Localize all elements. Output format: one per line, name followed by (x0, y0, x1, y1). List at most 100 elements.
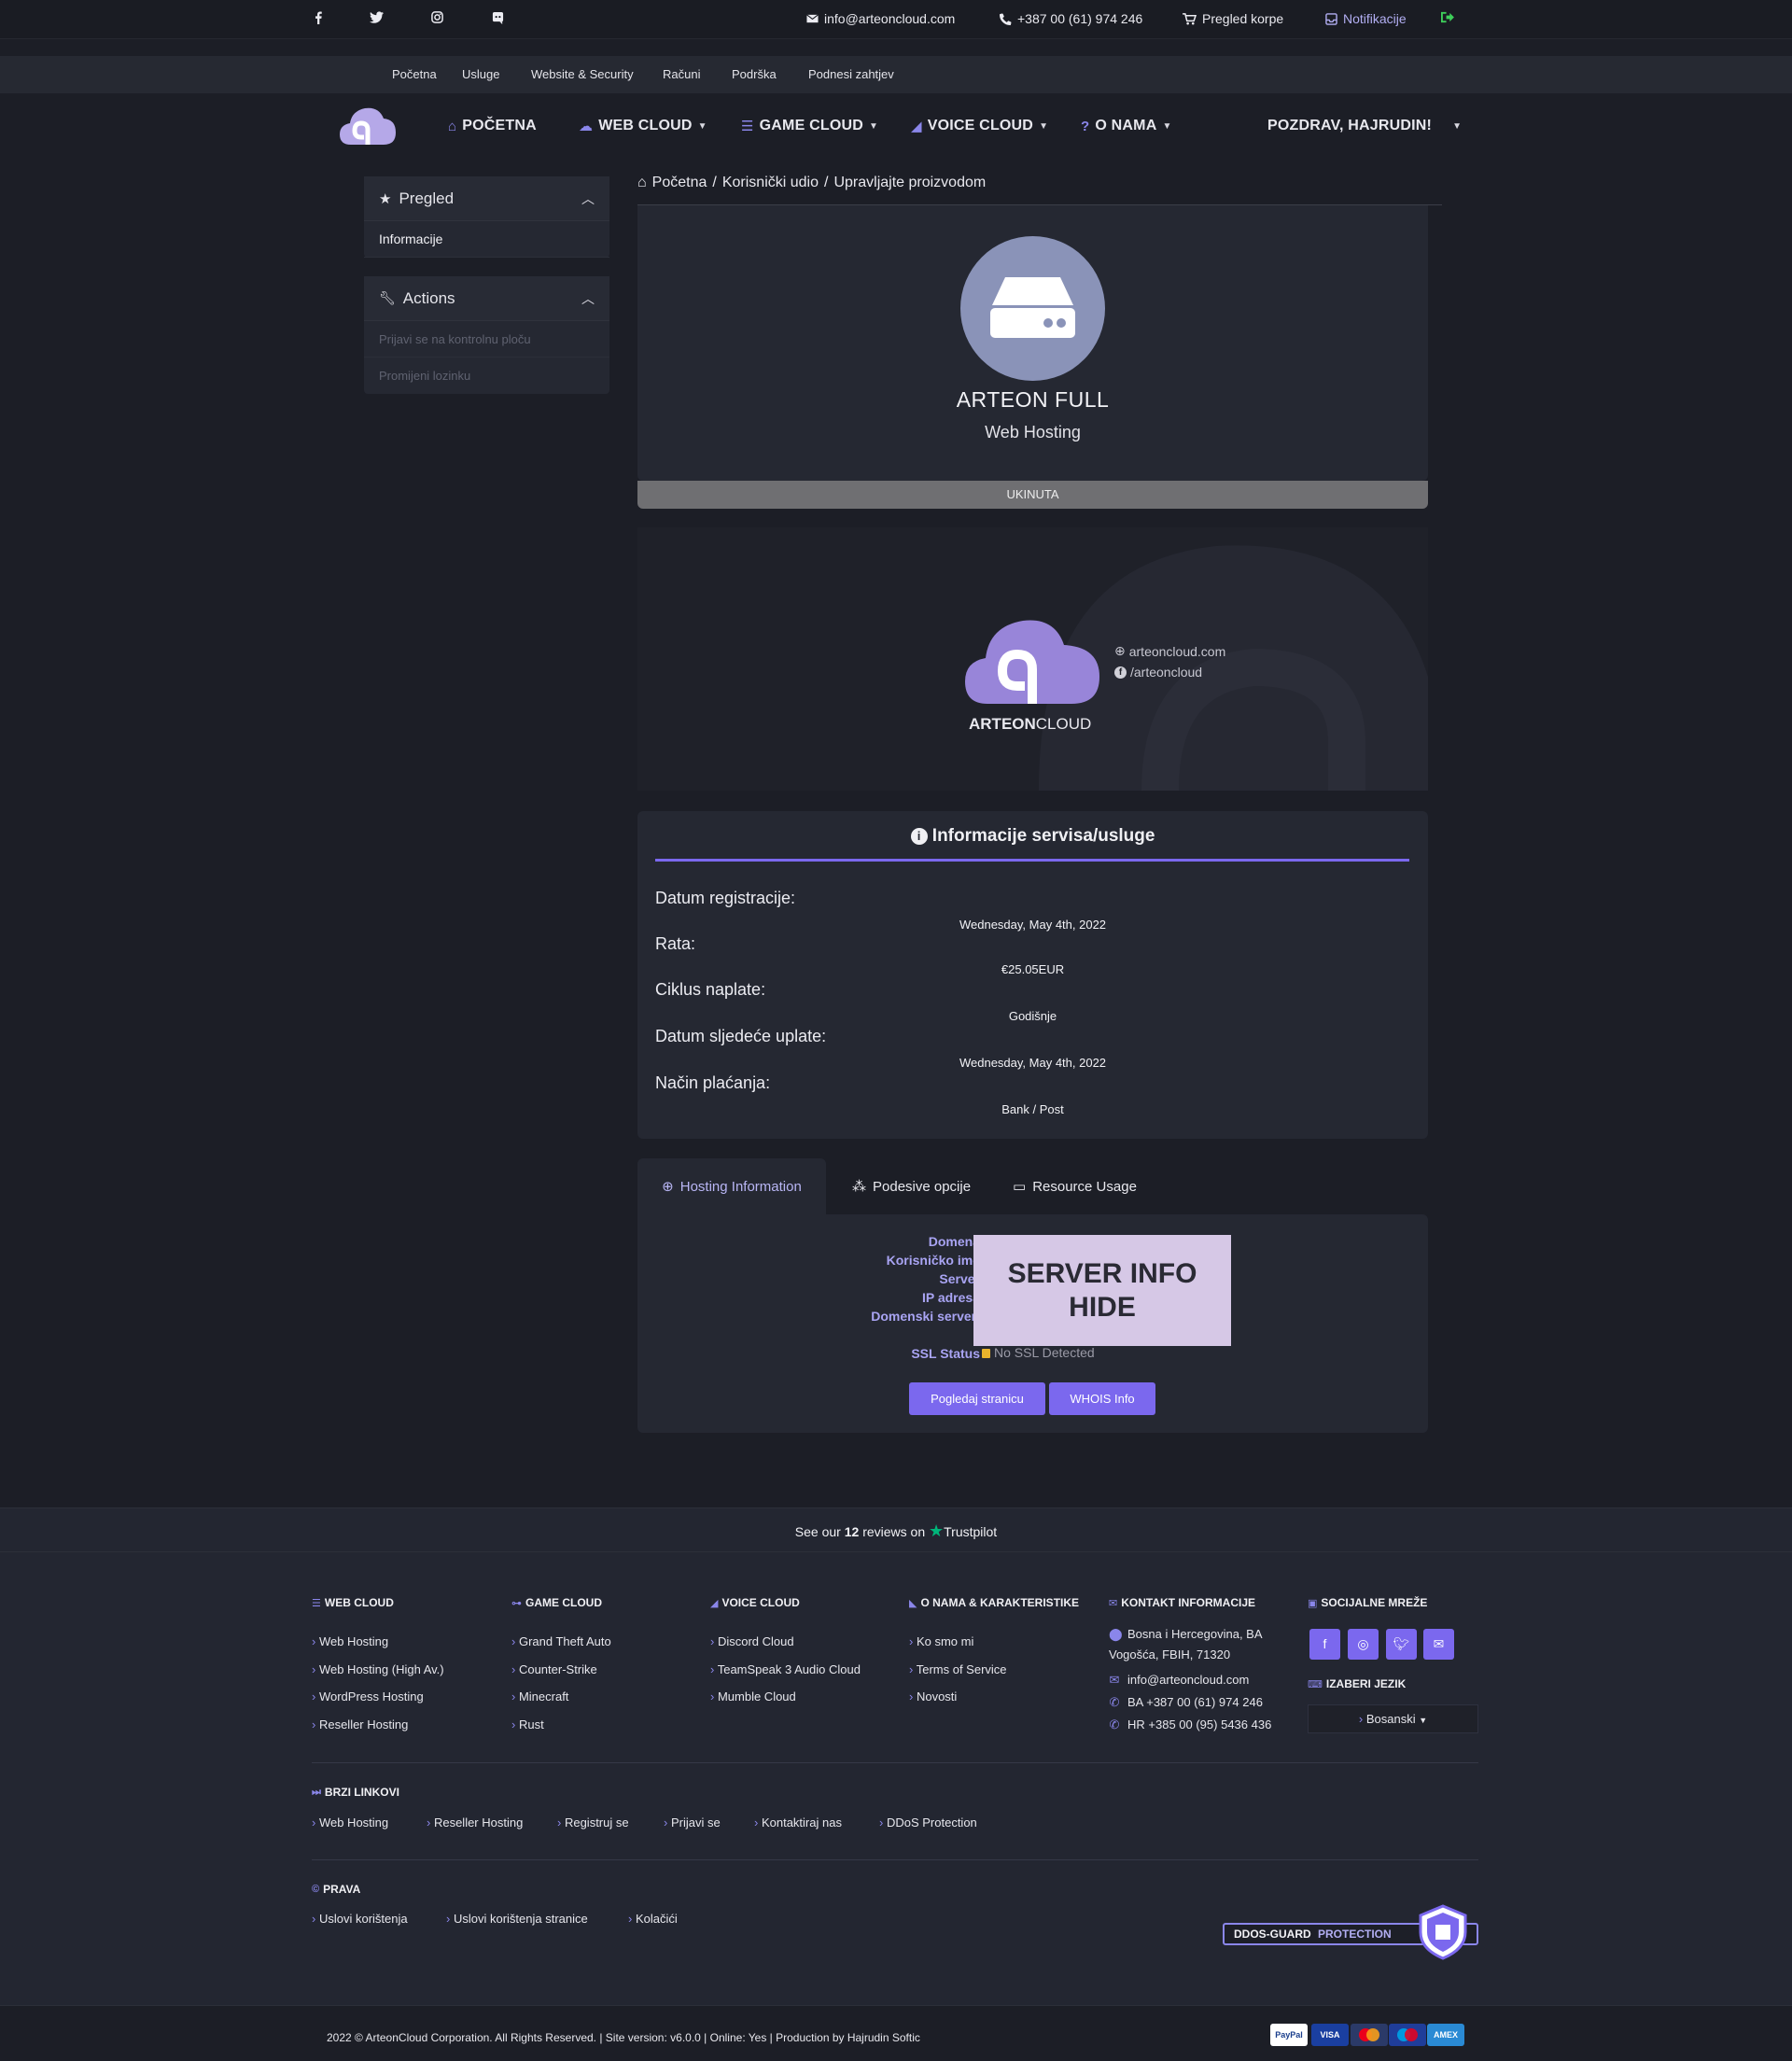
link-website-security[interactable]: Website & Security (531, 67, 634, 81)
sidebar-actions-panel: 🔧︎ Actions ︿ Prijavi se na kontrolnu plo… (364, 276, 609, 394)
footer-link-reseller-hosting[interactable]: Reseller Hosting (312, 1718, 408, 1732)
trustpilot-count: 12 (844, 1524, 860, 1539)
banner-brand-b: CLOUD (1035, 715, 1092, 733)
link-racuni[interactable]: Računi (663, 67, 700, 81)
footer-contact-phone-ba[interactable]: ✆ BA +387 00 (61) 974 246 (1109, 1695, 1263, 1710)
footer-voice-cloud-title: VOICE CLOUD (721, 1596, 800, 1609)
link-podnesi-zahtjev[interactable]: Podnesi zahtjev (808, 67, 894, 81)
facebook-icon: f (1114, 666, 1127, 679)
footer-contact-email[interactable]: ✉ info@arteoncloud.com (1109, 1673, 1250, 1688)
link-podrska[interactable]: Podrška (732, 67, 777, 81)
globe-icon: ⊕ (1114, 643, 1126, 658)
user-menu[interactable]: POZDRAV, HAJRUDIN! ▼ (1267, 118, 1462, 134)
paypal-icon: PayPal (1270, 2024, 1308, 2046)
language-icon: ⌨ (1308, 1678, 1323, 1690)
footer-link-who-we-are[interactable]: Ko smo mi (909, 1634, 973, 1648)
mastercard-icon (1351, 2024, 1388, 2046)
envelope-icon: ✉ (1109, 1673, 1120, 1687)
quick-link-web-hosting[interactable]: Web Hosting (312, 1816, 388, 1830)
footer-link-teamspeak[interactable]: TeamSpeak 3 Audio Cloud (710, 1662, 861, 1676)
link-usluge[interactable]: Usluge (462, 67, 499, 81)
tab-resource-usage[interactable]: ▭ Resource Usage (1013, 1158, 1137, 1214)
quick-link-ddos-protection[interactable]: DDoS Protection (879, 1816, 977, 1830)
quick-link-contact[interactable]: Kontaktiraj nas (754, 1816, 842, 1830)
rights-link-site-terms[interactable]: Uslovi korištenja stranice (446, 1912, 588, 1926)
footer-link-terms-of-service[interactable]: Terms of Service (909, 1662, 1007, 1676)
footer-link-wordpress-hosting[interactable]: WordPress Hosting (312, 1689, 424, 1703)
footer-link-counter-strike[interactable]: Counter-Strike (511, 1662, 597, 1676)
twitter-icon[interactable]: 🐦︎ (1386, 1629, 1417, 1660)
nav-game-cloud-label: GAME CLOUD (759, 118, 863, 133)
logout-icon[interactable] (1440, 11, 1454, 23)
quick-link-reseller-hosting[interactable]: Reseller Hosting (427, 1816, 523, 1830)
footer-link-web-hosting[interactable]: Web Hosting (312, 1634, 388, 1648)
chevron-right-icon: › (1358, 1712, 1364, 1726)
facebook-icon[interactable] (314, 11, 323, 24)
hdd-icon (990, 277, 1075, 338)
quick-link-register[interactable]: Registruj se (557, 1816, 629, 1830)
cubes-icon: ⁂ (852, 1179, 866, 1195)
sidebar-item-informacije[interactable]: Informacije (364, 221, 609, 258)
nav-web-cloud[interactable]: ☁ WEB CLOUD ▼ (579, 118, 707, 134)
language-select[interactable]: › Bosanski ▼ (1308, 1704, 1478, 1733)
topbar-email[interactable]: info@arteoncloud.com (806, 11, 955, 26)
site-logo[interactable] (338, 104, 398, 151)
rights-link-terms[interactable]: Uslovi korištenja (312, 1912, 408, 1926)
sidebar-item-change-password: Promijeni lozinku (379, 369, 471, 383)
footer-link-discord-cloud[interactable]: Discord Cloud (710, 1634, 794, 1648)
product-icon-circle (960, 236, 1105, 381)
footer-link-news[interactable]: Novosti (909, 1689, 957, 1703)
sidebar-overview-header[interactable]: ★ Pregled ︿ (364, 176, 609, 221)
footer-link-rust[interactable]: Rust (511, 1718, 544, 1732)
link-pocetna[interactable]: Početna (392, 67, 437, 81)
whois-info-button[interactable]: WHOIS Info (1049, 1382, 1155, 1415)
cloud-icon: ☁ (579, 119, 594, 134)
sidebar-actions-header[interactable]: 🔧︎ Actions ︿ (364, 276, 609, 321)
footer-language-title: IZABERI JEZIK (1325, 1677, 1407, 1690)
footer-contact-phone-hr[interactable]: ✆ HR +385 00 (95) 5436 436 (1109, 1718, 1272, 1732)
info-label-registration-date: Datum registracije: (655, 889, 796, 907)
footer-contact-heading: ✉ KONTAKT INFORMACIJE (1109, 1596, 1255, 1609)
nav-o-nama[interactable]: ? O NAMA ▼ (1081, 118, 1172, 134)
home-icon: ⌂ (637, 175, 647, 190)
facebook-icon[interactable]: f (1309, 1629, 1340, 1660)
footer-link-gta[interactable]: Grand Theft Auto (511, 1634, 611, 1648)
sidebar-overview-title: Pregled (399, 189, 455, 207)
trustpilot-widget[interactable]: See our 12 reviews on ★Trustpilot (0, 1521, 1792, 1541)
discord-icon[interactable] (492, 11, 504, 24)
topbar-phone-text: +387 00 (61) 974 246 (1017, 11, 1143, 26)
footer-link-mumble[interactable]: Mumble Cloud (710, 1689, 796, 1703)
nav-game-cloud[interactable]: ☰ GAME CLOUD ▼ (741, 118, 878, 134)
tab-hosting-information-label: Hosting Information (679, 1178, 802, 1195)
trustpilot-mid: reviews on (862, 1524, 926, 1539)
nav-voice-cloud[interactable]: ◢ VOICE CLOUD ▼ (911, 118, 1048, 134)
phone-icon (1000, 13, 1012, 25)
breadcrumb-separator: / (712, 175, 717, 190)
breadcrumb-client-area[interactable]: Korisnički udio (722, 175, 819, 191)
gamepad-icon: ⊶ (511, 1597, 522, 1609)
footer-link-web-hosting-ha[interactable]: Web Hosting (High Av.) (312, 1662, 444, 1676)
notifications-link[interactable]: Notifikacije (1325, 11, 1407, 26)
nav-pocetna[interactable]: ⌂ POČETNA (448, 118, 537, 134)
trustpilot-star-icon: ★ (929, 1521, 945, 1540)
instagram-icon[interactable]: ◎ (1348, 1629, 1379, 1660)
info-value-billing-cycle: Godišnje (1008, 1009, 1057, 1023)
quick-link-login[interactable]: Prijavi se (664, 1816, 721, 1830)
rss-icon: ◣ (909, 1597, 917, 1609)
tab-configurable-options[interactable]: ⁂ Podesive opcije (852, 1158, 971, 1214)
envelope-icon[interactable]: ✉ (1423, 1629, 1454, 1660)
server-icon: ☰ (741, 119, 754, 134)
breadcrumb-home[interactable]: Početna (652, 175, 707, 191)
rights-link-cookies[interactable]: Kolačići (628, 1912, 678, 1926)
visit-website-button[interactable]: Pogledaj stranicu (909, 1382, 1045, 1415)
cart-link[interactable]: Pregled korpe (1183, 11, 1283, 26)
chevron-up-icon: ︿ (581, 291, 595, 306)
instagram-icon[interactable] (431, 11, 443, 23)
tab-hosting-information[interactable]: ⊕ Hosting Information (637, 1158, 826, 1214)
twitter-icon[interactable] (370, 11, 384, 23)
topbar-phone[interactable]: +387 00 (61) 974 246 (1000, 11, 1142, 26)
footer-link-minecraft[interactable]: Minecraft (511, 1689, 568, 1703)
breadcrumb: ⌂ Početna / Korisnički udio / Upravljajt… (637, 175, 986, 191)
footer-game-cloud-title: GAME CLOUD (525, 1596, 602, 1609)
cart-label: Pregled korpe (1202, 11, 1284, 26)
